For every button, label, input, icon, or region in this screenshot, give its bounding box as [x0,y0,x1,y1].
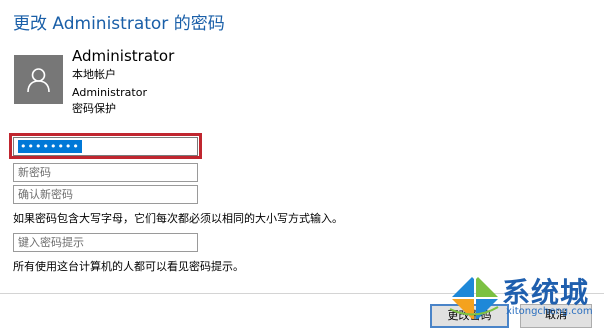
watermark-text: 系统城 [502,276,590,309]
new-password-field[interactable]: 新密码 [13,163,198,182]
user-name: Administrator [72,47,175,65]
current-password-value: •••••••• [18,140,82,153]
password-hint-field[interactable]: 键入密码提示 [13,233,198,252]
user-avatar [14,55,63,104]
windows-logo-icon [449,277,499,319]
watermark-url: xitongcheng.com [506,306,593,317]
account-name: Administrator [72,86,147,99]
password-status: 密码保护 [72,102,116,115]
confirm-password-field[interactable]: 确认新密码 [13,185,198,204]
current-password-field[interactable]: •••••••• [13,137,198,156]
account-type: 本地帐户 [72,68,116,81]
user-icon [27,68,50,93]
case-sensitivity-note: 如果密码包含大写字母，它们每次都必须以相同的大小写方式输入。 [13,212,343,225]
hint-visibility-note: 所有使用这台计算机的人都可以看见密码提示。 [13,260,244,273]
watermark: 系统城 xitongcheng.com [448,269,604,321]
page-title: 更改 Administrator 的密码 [13,14,225,34]
